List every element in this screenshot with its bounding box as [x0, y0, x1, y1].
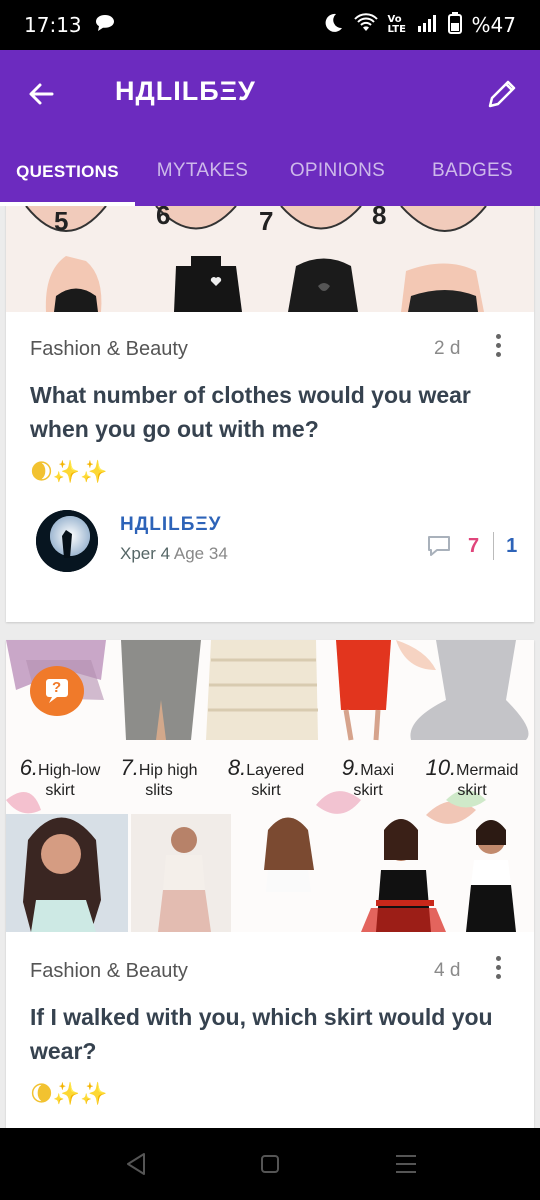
page-title: НДLILБΞУ — [115, 76, 256, 106]
post-age: 2 d — [434, 338, 461, 359]
tab-bar: QUESTIONS MYTAKES OPINIONS BADGES — [0, 150, 540, 206]
image-number: 8 — [372, 206, 387, 230]
question-emoji: 🌘✨✨ — [30, 1082, 108, 1107]
image-number: 6 — [156, 206, 171, 230]
post-age: 4 d — [434, 960, 461, 981]
nav-back-button[interactable] — [116, 1148, 156, 1180]
status-time: 17:13 — [24, 13, 82, 37]
back-arrow-icon — [29, 83, 54, 105]
question-feed[interactable]: 5 6 7 8 Fashion & Beauty 2 d What number… — [0, 206, 540, 1128]
chat-notification-icon — [94, 13, 116, 38]
skirt-label: 10.Mermaid skirt — [412, 755, 532, 801]
skirt-name: Hip high slits — [138, 762, 198, 799]
skirt-name: Maxi skirt — [353, 762, 395, 799]
question-badge: ? — [30, 666, 84, 716]
image-number: 5 — [54, 206, 69, 236]
nav-recents-button[interactable] — [386, 1148, 426, 1180]
skirt-label: 9.Maxi skirt — [328, 755, 408, 801]
nav-home-button[interactable] — [250, 1148, 290, 1180]
tab-opinions[interactable]: OPINIONS — [270, 150, 405, 206]
skirt-label: 6.High-low skirt — [10, 755, 110, 801]
network-type: Vo LTE — [387, 14, 406, 35]
xper-level: Xper 4 — [120, 544, 171, 563]
avatar[interactable] — [36, 510, 98, 572]
author-name[interactable]: НДLILБΞУ — [120, 514, 221, 536]
tab-questions[interactable]: QUESTIONS — [0, 150, 135, 206]
system-nav-bar — [0, 1128, 540, 1200]
skirt-number: 6. — [19, 755, 39, 780]
app-bar: НДLILБΞУ QUESTIONS MYTAKES OPINIONS BADG… — [0, 50, 540, 206]
question-title[interactable]: What number of clothes would you wear wh… — [30, 378, 500, 446]
question-image[interactable]: 5 6 7 8 — [6, 206, 534, 312]
moon-icon — [322, 12, 344, 39]
menu-recents-icon — [396, 1155, 416, 1173]
author-age: Age 34 — [173, 544, 228, 563]
author-xper: Xper 4 Age 34 — [120, 544, 228, 564]
pencil-icon — [488, 80, 516, 108]
status-bar: 17:13 Vo LTE %47 — [0, 0, 540, 50]
skirt-number: 10. — [425, 755, 457, 780]
engagement-counts: 7 1 — [426, 532, 517, 560]
back-button[interactable] — [22, 74, 62, 114]
question-image[interactable]: ? 6.High-low skirt 7.Hip high slits 8.La… — [6, 640, 534, 932]
signal-icon — [417, 13, 438, 37]
tab-mytakes[interactable]: MYTAKES — [135, 150, 270, 206]
skirt-number: 8. — [227, 755, 247, 780]
badge-question-mark: ? — [52, 679, 62, 696]
more-options-button[interactable] — [490, 330, 506, 364]
battery-level: %47 — [471, 13, 516, 37]
skirt-label: 7.Hip high slits — [114, 755, 204, 801]
battery-icon — [447, 11, 462, 39]
edit-button[interactable] — [482, 74, 522, 114]
question-emoji: 🌒✨✨ — [30, 460, 108, 485]
divider — [493, 532, 495, 560]
skirt-number: 7. — [120, 755, 139, 780]
category-label[interactable]: Fashion & Beauty — [30, 338, 188, 361]
comment-count[interactable]: 7 — [468, 535, 479, 558]
vote-count[interactable]: 1 — [506, 535, 517, 558]
question-card[interactable]: ? 6.High-low skirt 7.Hip high slits 8.La… — [6, 640, 534, 1128]
skirt-name: Mermaid skirt — [456, 762, 519, 799]
wifi-icon — [353, 12, 378, 38]
category-label[interactable]: Fashion & Beauty — [30, 960, 188, 983]
skirt-name: High-low skirt — [38, 762, 101, 799]
skirt-label: 8.Layered skirt — [216, 755, 316, 801]
square-home-icon — [261, 1155, 279, 1173]
more-options-button[interactable] — [490, 952, 506, 986]
skirt-number: 9. — [341, 755, 361, 780]
comment-icon — [428, 536, 450, 556]
image-number: 7 — [259, 206, 274, 236]
question-card[interactable]: 5 6 7 8 Fashion & Beauty 2 d What number… — [6, 206, 534, 622]
triangle-back-icon — [127, 1153, 145, 1175]
question-title[interactable]: If I walked with you, which skirt would … — [30, 1000, 500, 1068]
skirt-name: Layered skirt — [246, 762, 305, 799]
tab-badges[interactable]: BADGES — [405, 150, 540, 206]
